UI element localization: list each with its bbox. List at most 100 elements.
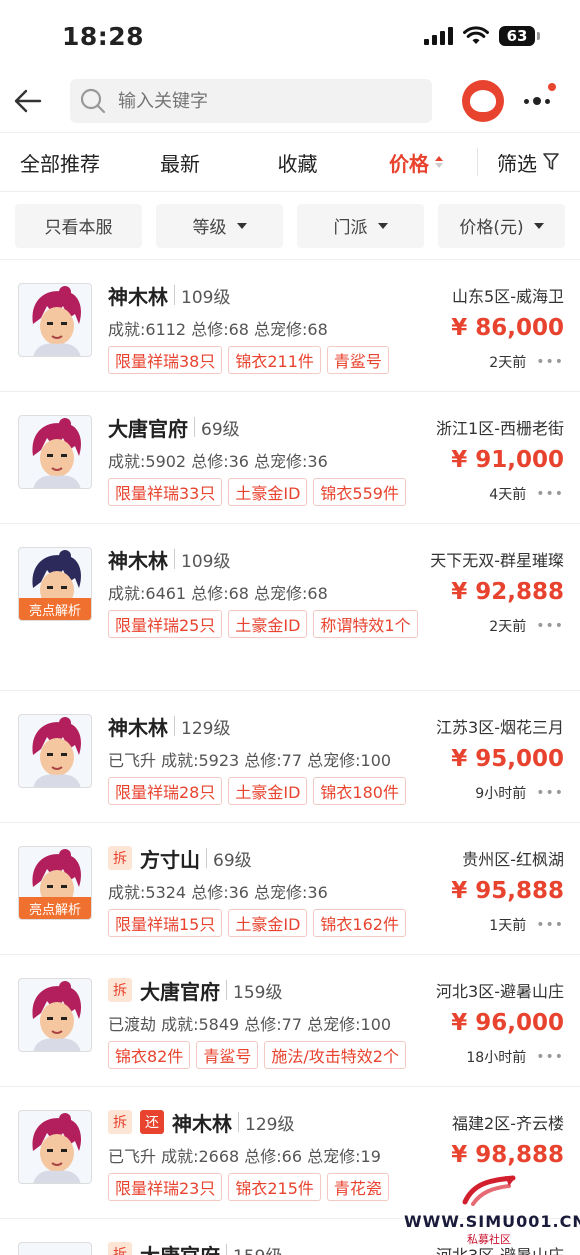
character-level: 129级 [245,1114,295,1135]
more-options-icon[interactable]: ••• [536,354,564,370]
listing-price: ¥ 95,000 [451,746,564,772]
tab-price[interactable]: 价格 [355,148,477,177]
listing-card[interactable]: 神木林 129级 江苏3区-烟花三月 已飞升 成就:5923 总修:77 总宠修:10… [0,691,580,823]
character-level: 69级 [213,850,252,871]
listing-card[interactable]: 亮点解析 拆方寸山 69级 贵州区-红枫湖 成就:5324 总修:36 总宠修:36 ¥ … [0,823,580,955]
character-level: 159级 [233,982,283,1003]
listing-tag: 限量祥瑞38只 [108,346,223,374]
character-thumbnail [18,1242,92,1255]
divider [174,716,175,736]
school-name: 神木林 [108,715,168,740]
listing-time: 2天前 [489,619,527,635]
character-stats: 已渡劫 成就:5849 总修:77 总宠修:100 [108,1015,392,1034]
tab-all-recommended[interactable]: 全部推荐 [0,148,120,177]
listing-time: 9小时前 [475,786,527,802]
divider [174,549,175,569]
listing-tag: 锦衣559件 [313,478,406,506]
avatar[interactable] [462,80,504,122]
character-portrait-icon [32,717,82,787]
server-name: 江苏3区-烟花三月 [436,718,564,737]
school-name: 神木林 [108,284,168,309]
more-options-icon[interactable]: ••• [536,1049,564,1065]
character-stats: 已飞升 成就:2668 总修:66 总宠修:19 [108,1147,381,1166]
more-options-icon[interactable]: ••• [536,785,564,801]
listing-price: ¥ 92,888 [451,579,564,605]
more-options-icon[interactable]: ••• [536,486,564,502]
character-stats: 成就:6112 总修:68 总宠修:68 [108,320,328,339]
sort-arrows-icon [435,156,443,168]
search-box[interactable] [70,79,432,123]
listing-tags: 限量祥瑞33只 土豪金ID 锦衣559件 [108,478,406,512]
listing-tags: 限量祥瑞38只 锦衣211件 青鲨号 [108,346,389,380]
highlight-badge[interactable]: 亮点解析 [19,897,91,919]
listing-card[interactable]: 拆大唐官府 159级 河北3区-避暑山庄 已渡劫 成就:5849 总修:77 总宠修:… [0,955,580,1087]
status-time: 18:28 [62,21,145,51]
listing-tags: 限量祥瑞15只 土豪金ID 锦衣162件 [108,909,406,943]
sort-tabs: 全部推荐 最新 收藏 价格 筛选 [0,132,580,192]
listing-card[interactable]: 亮点解析 神木林 109级 天下无双-群星璀璨 成就:6461 总修:68 总宠修:68… [0,524,580,691]
watermark-logo-icon [462,1175,516,1206]
character-level: 109级 [181,551,231,572]
listing-tag: 称谓特效1个 [313,610,418,638]
listing-tag: 限量祥瑞25只 [108,610,223,638]
more-options-icon[interactable]: ••• [536,618,564,634]
school-name: 方寸山 [140,847,200,872]
character-thumbnail [18,415,92,489]
listing-card[interactable]: 神木林 109级 山东5区-威海卫 成就:6112 总修:68 总宠修:68 ¥ 86,… [0,260,580,392]
character-portrait-icon [32,1113,82,1183]
tab-favorites[interactable]: 收藏 [240,148,355,177]
listing-card[interactable]: 大唐官府 69级 浙江1区-西栅老街 成就:5902 总修:36 总宠修:36 ¥ 91… [0,392,580,524]
server-name: 天下无双-群星璀璨 [430,551,564,570]
more-options-icon[interactable]: ••• [536,917,564,933]
status-bar: 18:28 63 [0,0,580,72]
search-header [0,72,580,130]
notification-dot [548,83,556,91]
funnel-icon [543,153,559,170]
chevron-down-icon [236,222,247,229]
highlight-badge[interactable]: 亮点解析 [19,598,91,620]
character-portrait-icon [32,286,82,356]
search-input[interactable] [118,90,398,112]
tab-filter[interactable]: 筛选 [478,148,578,177]
watermark-sub: 私募社区 [467,1233,511,1246]
back-arrow-icon[interactable] [14,81,54,121]
listing-tag: 土豪金ID [228,610,308,638]
chip-price[interactable]: 价格(元) [438,203,565,248]
more-menu-icon[interactable] [524,83,556,105]
character-level: 109级 [181,287,231,308]
character-level: 69级 [201,419,240,440]
divider [194,417,195,437]
listing-tag: 限量祥瑞15只 [108,909,223,937]
listing-tags: 限量祥瑞28只 土豪金ID 锦衣180件 [108,777,406,811]
listing-tag: 青鲨号 [196,1041,259,1069]
server-name: 福建2区-齐云楼 [452,1114,564,1133]
listing-tag: 限量祥瑞23只 [108,1173,223,1201]
filter-label: 筛选 [497,151,537,176]
divider [206,848,207,868]
tab-newest[interactable]: 最新 [120,148,240,177]
chip-this-server[interactable]: 只看本服 [15,203,142,248]
listing-meta: 2天前 ••• [489,346,564,372]
listing-meta: 18小时前 ••• [466,1041,564,1067]
divider [174,285,175,305]
badge-huan: 还 [140,1110,164,1134]
character-thumbnail: 亮点解析 [18,846,92,920]
divider [238,1112,239,1132]
listing-price: ¥ 86,000 [451,315,564,341]
chip-school[interactable]: 门派 [297,203,424,248]
character-level: 129级 [181,718,231,739]
server-name: 贵州区-红枫湖 [462,850,564,869]
listing-tag: 土豪金ID [228,478,308,506]
listing-time: 4天前 [489,487,527,503]
listing-tags: 锦衣82件 青鲨号 施法/攻击特效2个 [108,1041,406,1075]
listing-tag: 限量祥瑞28只 [108,777,223,805]
server-name: 浙江1区-西栅老街 [436,419,564,438]
chip-level[interactable]: 等级 [156,203,283,248]
character-thumbnail [18,978,92,1052]
listing-meta: 9小时前 ••• [475,777,564,803]
character-portrait-icon [32,981,82,1051]
tab-price-label: 价格 [389,151,429,176]
character-stats: 成就:5902 总修:36 总宠修:36 [108,452,328,471]
listing-tag: 锦衣162件 [313,909,406,937]
character-stats: 成就:6461 总修:68 总宠修:68 [108,584,328,603]
